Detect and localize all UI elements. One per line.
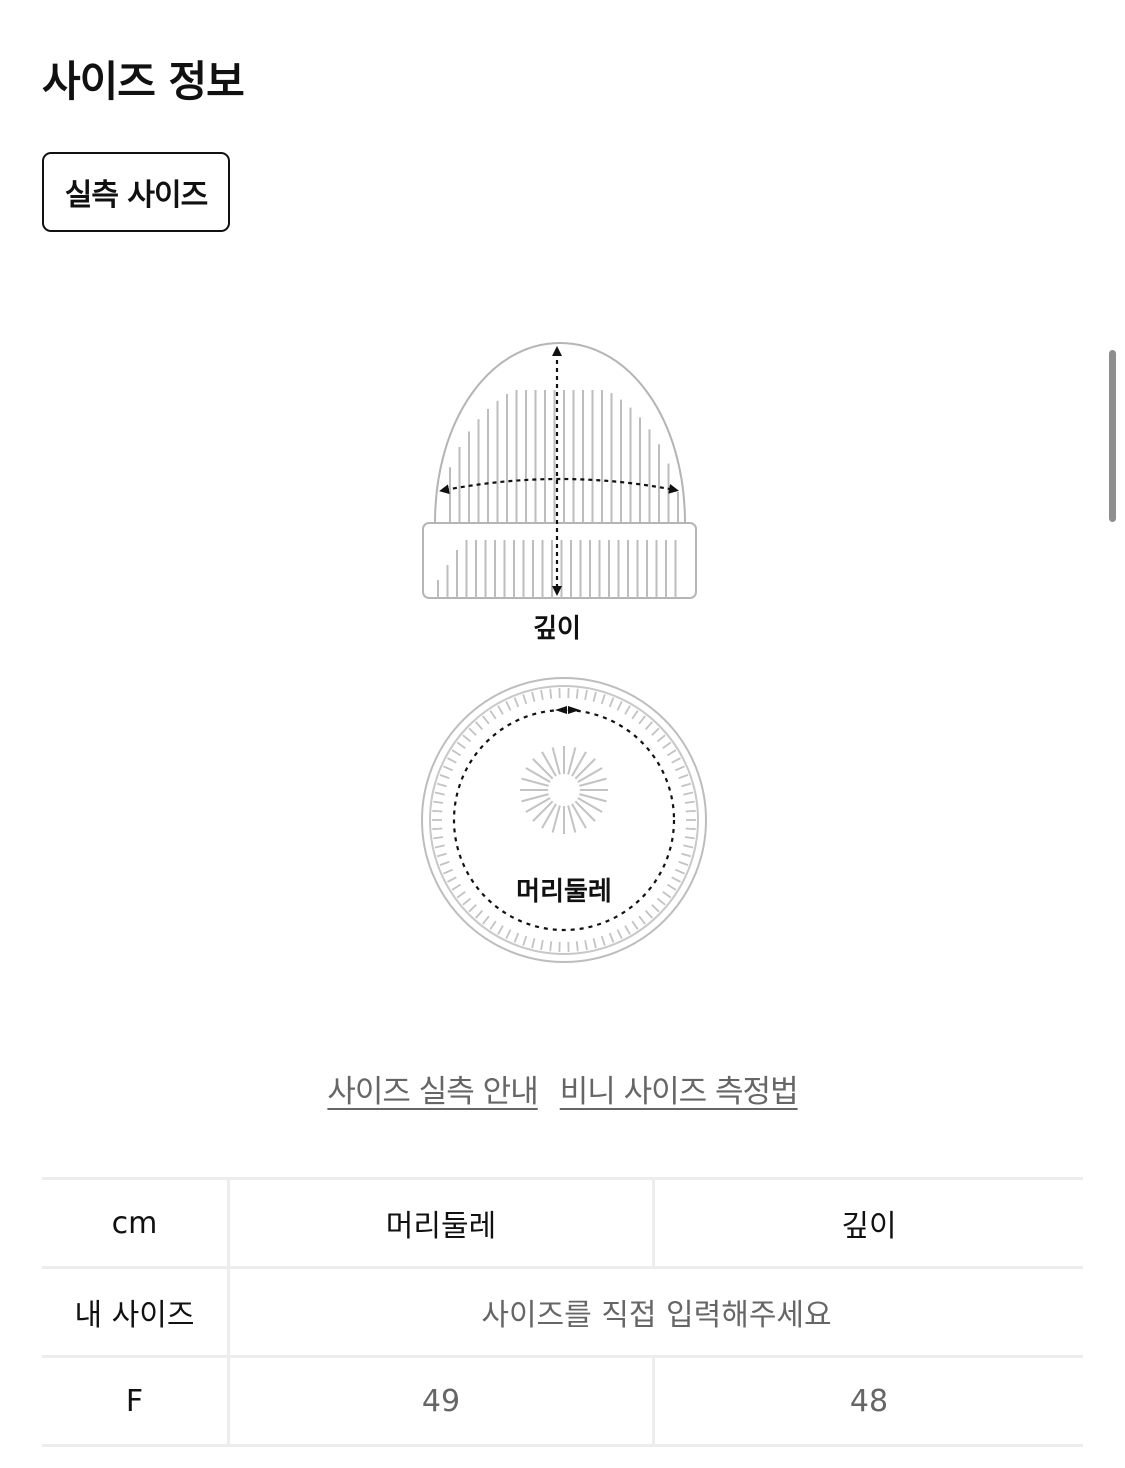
page-title: 사이즈 정보: [42, 57, 245, 106]
table-row: F 49 48: [42, 1358, 1083, 1447]
my-size-label: 내 사이즈: [42, 1269, 230, 1355]
beanie-measure-method-link[interactable]: 비니 사이즈 측정법: [560, 1066, 799, 1111]
size-name-cell: F: [42, 1358, 230, 1444]
circumference-label: 머리둘레: [516, 877, 612, 907]
unit-header: cm: [42, 1180, 230, 1266]
size-links: 사이즈 실측 안내 비니 사이즈 측정법: [0, 1066, 1125, 1111]
beanie-side-view: 깊이: [422, 341, 697, 644]
beanie-size-diagram: 깊이 머리둘레: [400, 330, 730, 980]
table-header-row: cm 머리둘레 깊이: [42, 1177, 1083, 1269]
table-cell: 48: [849, 1383, 889, 1419]
table-cell: 49: [230, 1358, 655, 1444]
size-measurement-guide-link[interactable]: 사이즈 실측 안내: [327, 1066, 538, 1111]
size-table: cm 머리둘레 깊이 내 사이즈 사이즈를 직접 입력해주세요 F 49 48: [42, 1177, 1083, 1447]
beanie-top-view: 머리둘레: [421, 677, 707, 963]
measured-size-tab[interactable]: 실측 사이즈: [42, 152, 230, 232]
scrollbar-thumb[interactable]: [1109, 350, 1116, 522]
my-size-input[interactable]: 사이즈를 직접 입력해주세요: [230, 1269, 1083, 1355]
column-header: 머리둘레: [230, 1180, 655, 1266]
column-header: 깊이: [841, 1209, 897, 1244]
depth-label: 깊이: [533, 614, 581, 644]
my-size-row: 내 사이즈 사이즈를 직접 입력해주세요: [42, 1269, 1083, 1358]
